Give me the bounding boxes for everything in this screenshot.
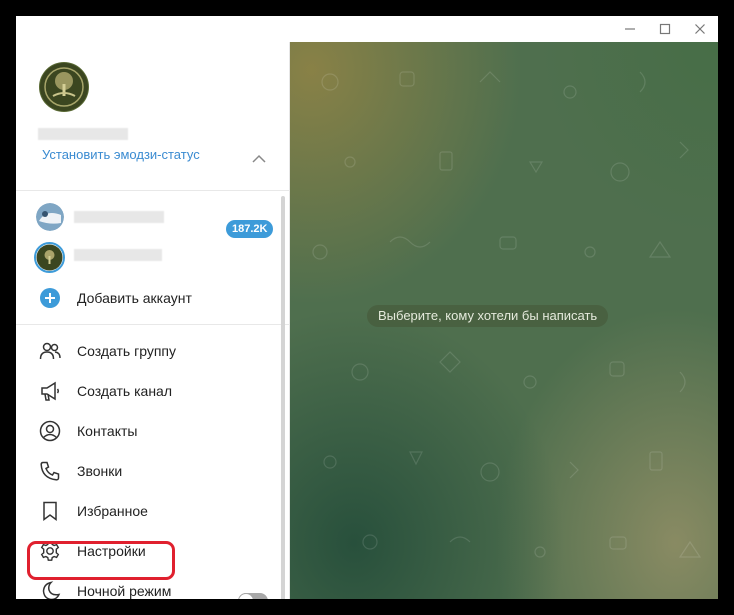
menu-item-label: Избранное — [77, 503, 148, 519]
divider — [16, 190, 290, 191]
close-button[interactable] — [683, 16, 717, 42]
minimize-button[interactable] — [613, 16, 647, 42]
maximize-button[interactable] — [648, 16, 682, 42]
account-avatar — [34, 242, 65, 273]
sidebar-scrollbar[interactable] — [281, 196, 285, 599]
divider — [16, 324, 290, 325]
moon-icon — [38, 579, 62, 599]
menu-item-label: Ночной режим — [77, 583, 172, 599]
add-account-label: Добавить аккаунт — [77, 290, 192, 306]
title-bar — [16, 16, 718, 42]
menu-item-label: Контакты — [77, 423, 138, 439]
menu-item-label: Звонки — [77, 463, 123, 479]
menu-item-contacts[interactable]: Контакты — [16, 411, 280, 451]
profile-avatar[interactable] — [39, 62, 89, 112]
minimize-icon — [625, 28, 635, 30]
plus-circle-icon — [38, 286, 62, 310]
app-window: Установить эмодзи-статус 187.2K Добавить… — [16, 16, 718, 599]
account-row-current[interactable] — [16, 238, 286, 276]
menu-item-create-channel[interactable]: Создать канал — [16, 371, 280, 411]
menu-item-create-group[interactable]: Создать группу — [16, 331, 280, 371]
account-avatar — [36, 203, 64, 231]
maximize-icon — [659, 23, 671, 35]
menu-item-label: Создать канал — [77, 383, 172, 399]
menu-item-label: Создать группу — [77, 343, 176, 359]
megaphone-icon — [38, 379, 62, 403]
set-emoji-status-link[interactable]: Установить эмодзи-статус — [42, 147, 200, 162]
select-chat-hint: Выберите, кому хотели бы написать — [367, 305, 609, 327]
menu-item-saved[interactable]: Избранное — [16, 491, 280, 531]
contact-icon — [38, 419, 62, 443]
bookmark-icon — [38, 499, 62, 523]
close-icon — [695, 24, 705, 34]
account-name-redacted — [74, 249, 162, 261]
menu-item-calls[interactable]: Звонки — [16, 451, 280, 491]
main-menu-sidebar: Установить эмодзи-статус 187.2K Добавить… — [16, 42, 290, 599]
night-mode-toggle[interactable] — [238, 593, 268, 599]
account-name-redacted — [74, 211, 164, 223]
add-account-button[interactable]: Добавить аккаунт — [16, 278, 280, 318]
profile-name-redacted — [38, 128, 128, 140]
unread-count-badge: 187.2K — [226, 220, 274, 238]
toggle-knob — [239, 594, 253, 599]
phone-icon — [38, 459, 62, 483]
chevron-up-icon[interactable] — [252, 154, 266, 163]
group-icon — [38, 339, 62, 363]
chat-background: Выберите, кому хотели бы написать — [290, 42, 718, 599]
tree-emblem-icon — [40, 63, 88, 111]
